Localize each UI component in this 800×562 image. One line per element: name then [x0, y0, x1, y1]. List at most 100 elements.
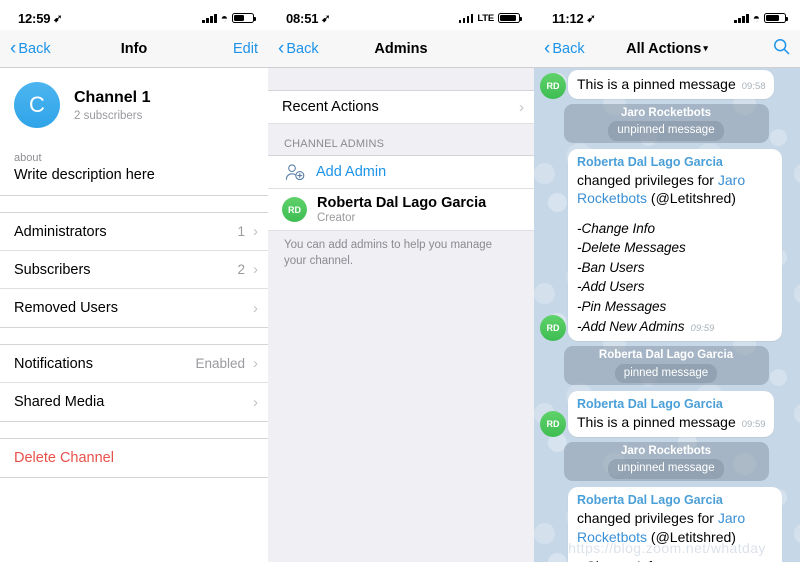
delete-channel-button[interactable]: Delete Channel	[0, 439, 268, 477]
battery-icon	[764, 12, 788, 24]
service-message: Jaro Rocketbots unpinned message	[540, 441, 792, 481]
message-body-label: This is a pinned message	[577, 414, 736, 431]
location-arrow-icon: ➹	[53, 12, 63, 25]
signal-bars-icon	[458, 13, 474, 23]
message-bubble[interactable]: Roberta Dal Lago Garcia changed privileg…	[568, 486, 782, 562]
message-bubble[interactable]: Roberta Dal Lago Garcia This is a pinned…	[568, 391, 774, 437]
search-icon[interactable]	[773, 38, 790, 60]
admin-list-item[interactable]: RD Roberta Dal Lago Garcia Creator	[268, 189, 534, 231]
add-admin-label: Add Admin	[316, 164, 387, 180]
delete-channel-label: Delete Channel	[14, 450, 114, 466]
message-time: 09:58	[741, 81, 766, 92]
message-avatar: RD	[540, 315, 566, 342]
about-block[interactable]: about Write description here	[0, 142, 268, 196]
message-body-label: This is a pinned message	[577, 76, 736, 92]
status-bar-chat: 11:12 ➹ ◓	[534, 0, 800, 30]
back-button-chat[interactable]: ‹ Back	[544, 39, 585, 58]
add-admin-icon	[282, 163, 308, 181]
battery-icon	[498, 12, 522, 24]
back-label: Back	[18, 40, 51, 57]
network-type-label: LTE	[477, 12, 494, 24]
clock-label: 11:12	[552, 10, 584, 26]
message-avatar: RD	[540, 72, 566, 99]
admins-content: Recent Actions › CHANNEL ADMINS Add Admi…	[268, 68, 534, 562]
channel-name: Channel 1	[74, 88, 151, 106]
channel-header: C Channel 1 2 subscribers	[0, 68, 268, 142]
wifi-icon: ◓	[220, 11, 228, 25]
message-bubble[interactable]: Roberta Dal Lago Garcia changed privileg…	[568, 148, 782, 342]
edit-button[interactable]: Edit	[233, 41, 258, 57]
chevron-right-icon: ›	[253, 393, 258, 411]
message-avatar: RD	[540, 410, 566, 437]
message-text: changed privileges for Jaro Rocketbots (…	[577, 509, 774, 546]
privilege-item: -Add Users	[577, 279, 645, 295]
service-message-pill: Jaro Rocketbots unpinned message	[563, 441, 769, 481]
row-shared-media[interactable]: Shared Media ›	[0, 383, 268, 421]
admin-role: Creator	[317, 212, 356, 224]
status-bar-right: LTE	[458, 12, 522, 24]
row-value: Enabled	[195, 356, 245, 371]
members-section: Administrators 1 › Subscribers 2 › Remov…	[0, 212, 268, 328]
service-actor: Jaro Rocketbots	[620, 444, 712, 457]
recent-actions-label: Recent Actions	[282, 99, 379, 115]
nav-bar-info: ‹ Back Info Edit	[0, 30, 268, 68]
service-action: unpinned message	[608, 121, 724, 141]
chevron-right-icon: ›	[253, 299, 258, 317]
chevron-left-icon: ‹	[10, 38, 17, 59]
back-button-admins[interactable]: ‹ Back	[278, 39, 319, 58]
row-subscribers[interactable]: Subscribers 2 ›	[0, 251, 268, 289]
admin-avatar: RD	[282, 197, 307, 222]
service-action: pinned message	[614, 363, 718, 384]
privilege-item: -Add New Admins	[577, 318, 685, 334]
admin-name: Roberta Dal Lago Garcia	[317, 195, 487, 211]
message-list[interactable]: RD This is a pinned message 09:58 Jaro Ro…	[534, 68, 800, 562]
row-notifications[interactable]: Notifications Enabled ›	[0, 345, 268, 383]
back-button-info[interactable]: ‹ Back	[10, 39, 51, 58]
privilege-item: -Delete Messages	[577, 240, 686, 256]
clock-label: 08:51	[286, 10, 319, 26]
about-value: Write description here	[14, 167, 155, 183]
delete-section: Delete Channel	[0, 438, 268, 478]
status-bar-admins: 08:51 ➹ LTE	[268, 0, 534, 30]
channel-avatar: C	[14, 82, 60, 128]
section-gap-1	[0, 196, 268, 212]
channel-admins-section-label: CHANNEL ADMINS	[284, 138, 385, 150]
avatar-slot: RD	[540, 315, 568, 342]
message-row: RD Roberta Dal Lago Garcia This is a pin…	[540, 391, 792, 437]
privilege-prefix: changed privileges for	[577, 510, 718, 527]
privilege-prefix: changed privileges for	[577, 171, 718, 188]
recent-actions-row[interactable]: Recent Actions ›	[268, 90, 534, 124]
status-bar-left: 12:59 ➹	[18, 11, 62, 26]
message-text: This is a pinned message 09:58	[577, 75, 766, 94]
all-actions-label: All Actions	[626, 40, 702, 57]
row-label: Notifications	[14, 355, 93, 372]
row-label: Administrators	[14, 223, 107, 240]
section-gap-3	[0, 422, 268, 438]
message-row: RD This is a pinned message 09:58	[540, 70, 792, 99]
avatar-slot: RD	[540, 72, 568, 99]
nav-bar-chat: ‹ Back All Actions ▾	[534, 30, 800, 68]
back-label: Back	[552, 40, 585, 57]
row-administrators[interactable]: Administrators 1 ›	[0, 213, 268, 251]
service-actor: Jaro Rocketbots	[620, 106, 712, 119]
row-value: 1	[237, 224, 245, 239]
row-label: Subscribers	[14, 261, 91, 278]
add-admin-row[interactable]: Add Admin	[268, 155, 534, 189]
service-message-pill: Jaro Rocketbots unpinned message	[563, 103, 769, 143]
signal-bars-icon	[202, 13, 217, 23]
row-value: 2	[237, 262, 245, 277]
privilege-suffix: (@Letitshred)	[647, 528, 736, 545]
service-actor: Roberta Dal Lago Garcia	[598, 349, 734, 362]
wifi-icon: ◓	[752, 11, 760, 25]
message-bubble[interactable]: This is a pinned message 09:58	[568, 70, 774, 99]
row-removed-users[interactable]: Removed Users ›	[0, 289, 268, 327]
privilege-item: -Change Info	[577, 220, 656, 236]
message-row: RD Roberta Dal Lago Garcia changed privi…	[540, 148, 792, 342]
message-sender: Roberta Dal Lago Garcia	[577, 154, 723, 169]
privilege-suffix: (@Letitshred)	[647, 190, 736, 207]
row-label: Shared Media	[14, 394, 105, 410]
status-bar-info: 12:59 ➹ ◓	[0, 0, 268, 30]
all-actions-chat-screen: 11:12 ➹ ◓ ‹ Back All Actions ▾ RD This i…	[534, 0, 800, 562]
chevron-left-icon: ‹	[544, 38, 551, 59]
message-time: 09:59	[690, 322, 715, 334]
